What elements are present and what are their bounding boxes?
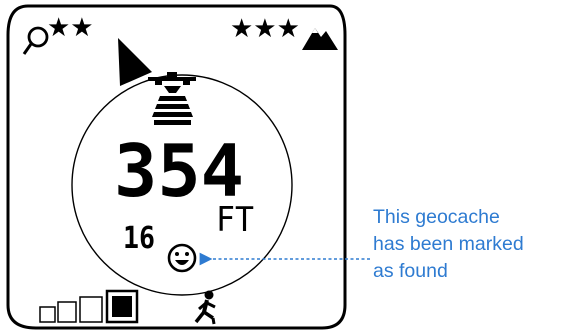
signal-bar [158,96,187,101]
difficulty-stars: ★★ [47,13,94,43]
annotation-line: This geocache [373,206,500,228]
smiley-face-icon [167,243,197,273]
signal-bar [155,104,190,109]
zoom-box [39,306,56,323]
zoom-box [57,301,77,323]
signal-bar [152,112,193,117]
distance-unit: FT [216,200,254,240]
zoom-box [79,296,103,323]
annotation-line: has been marked [373,233,524,255]
signal-bar [154,120,191,125]
terrain-stars: ★★★ [230,14,300,44]
annotation-line: as found [373,260,448,282]
side-value: 16 [123,221,155,256]
annotation-callout: This geocache has been marked as found [373,204,563,285]
